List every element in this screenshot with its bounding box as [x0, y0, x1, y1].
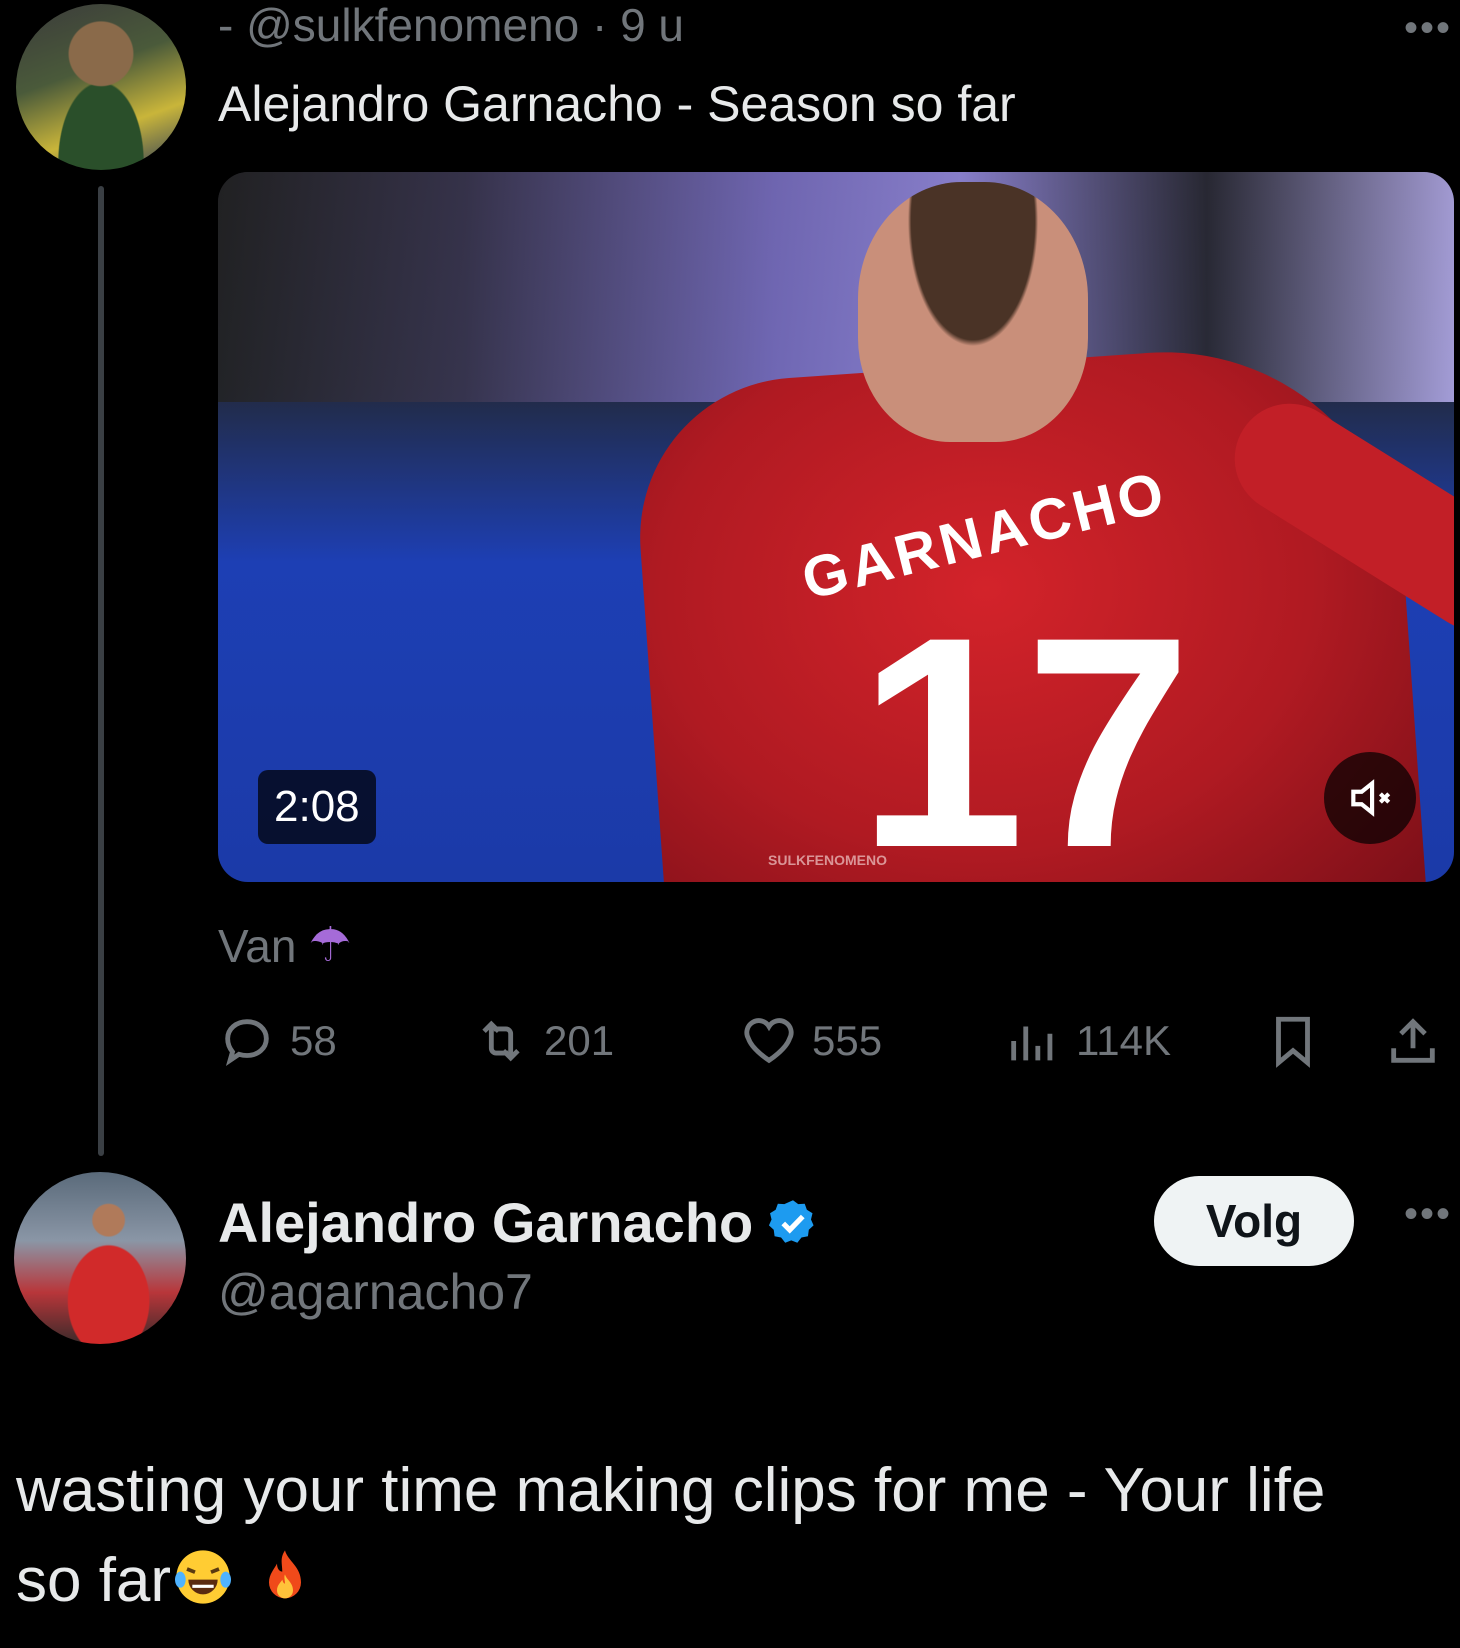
like-button[interactable]: 555: [740, 1006, 882, 1076]
umbrella-icon: ☂: [308, 919, 352, 972]
more-options-icon[interactable]: •••: [1404, 6, 1452, 51]
reply-button[interactable]: 58: [218, 1006, 337, 1076]
tweet-text: Alejandro Garnacho - Season so far: [218, 76, 1016, 132]
video-frame-head: [858, 182, 1088, 442]
video-player[interactable]: GARNACHO 17 SULKFENOMENO: [218, 172, 1454, 882]
mute-button[interactable]: [1324, 752, 1416, 844]
speaker-muted-icon: [1351, 779, 1391, 817]
repost-icon: [482, 1020, 520, 1062]
follow-button[interactable]: Volg: [1154, 1176, 1354, 1266]
author-avatar[interactable]: [16, 4, 186, 170]
views-count: 114K: [1076, 1017, 1171, 1064]
author-handle-time[interactable]: - @sulkfenomeno · 9 u: [218, 0, 684, 50]
views-button[interactable]: 114K: [1004, 1006, 1171, 1076]
translate-line[interactable]: Van ☂: [218, 918, 351, 974]
video-duration-badge: 2:08: [258, 770, 376, 844]
reply-tweet-text: wasting your time making clips for me - …: [16, 1446, 1436, 1626]
repost-button[interactable]: 201: [472, 1006, 614, 1076]
like-count: 555: [812, 1017, 883, 1064]
views-chart-icon: [1011, 1026, 1053, 1061]
reply-author-name-row[interactable]: Alejandro Garnacho: [218, 1188, 819, 1258]
bookmark-icon: [1276, 1016, 1310, 1068]
fire-emoji-icon: [269, 1550, 302, 1599]
translate-label: Van: [218, 920, 297, 972]
jersey-number: 17: [858, 574, 1192, 882]
reply-text-line1: wasting your time making clips for me - …: [16, 1456, 1326, 1525]
video-watermark: SULKFENOMENO: [768, 852, 887, 868]
video-frame-background: [218, 172, 1454, 402]
heart-icon: [744, 1018, 794, 1064]
tweet-actions: 58 201 555 114K: [218, 1006, 1454, 1076]
share-button[interactable]: [1384, 1006, 1442, 1076]
reply-icon: [225, 1019, 269, 1067]
laughing-crying-emoji-icon: [175, 1550, 232, 1604]
share-icon: [1391, 1018, 1435, 1063]
repost-count: 201: [544, 1017, 615, 1064]
reply-author-avatar[interactable]: [14, 1172, 186, 1344]
bookmark-button[interactable]: [1264, 1006, 1322, 1076]
reply-author-handle[interactable]: @agarnacho7: [218, 1262, 533, 1322]
reply-text-line2: so far: [16, 1546, 172, 1615]
reply-count: 58: [290, 1017, 337, 1064]
reply-more-options-icon[interactable]: •••: [1404, 1192, 1452, 1237]
thread-connector: [98, 186, 104, 1156]
verified-badge-icon: [769, 1200, 814, 1243]
reply-author-name: Alejandro Garnacho: [218, 1191, 754, 1254]
